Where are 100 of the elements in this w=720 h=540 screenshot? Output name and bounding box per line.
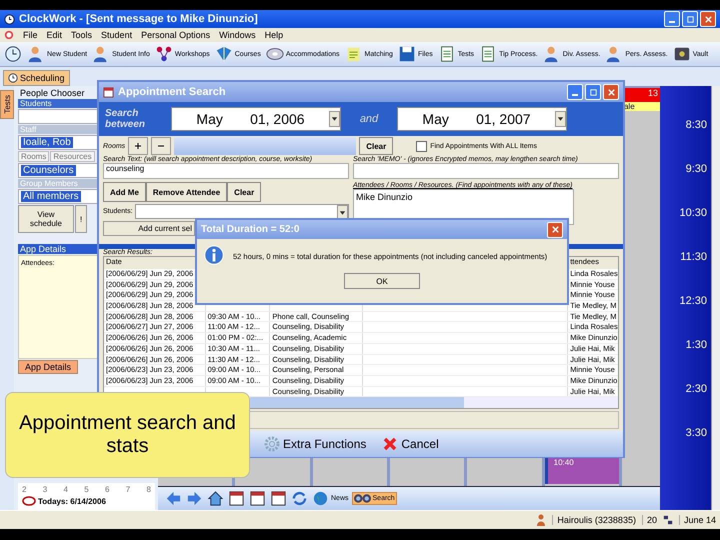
time-label: 10:30 bbox=[679, 207, 707, 221]
menu-item[interactable]: Windows bbox=[219, 30, 256, 40]
dialog-title: Appointment Search bbox=[118, 86, 227, 98]
disc-icon bbox=[266, 45, 284, 63]
app-icon bbox=[4, 30, 14, 40]
calendar-day[interactable]: 4 bbox=[64, 485, 68, 494]
info-icon bbox=[203, 245, 225, 267]
search-text-field[interactable]: counseling bbox=[103, 163, 349, 179]
today-label[interactable]: Todays: 6/14/2006 bbox=[38, 496, 106, 506]
scrollbar[interactable] bbox=[250, 397, 618, 408]
calendar-day[interactable]: 5 bbox=[84, 485, 89, 494]
attendee-button[interactable]: Add Me bbox=[103, 182, 146, 202]
memo-field[interactable] bbox=[353, 163, 619, 179]
calendar-day[interactable]: 6 bbox=[105, 485, 110, 494]
side-tab[interactable]: Tests bbox=[0, 90, 14, 119]
time-label: 8:30 bbox=[686, 119, 707, 133]
checkbox[interactable] bbox=[416, 140, 428, 152]
close-button[interactable] bbox=[700, 11, 716, 27]
minimize-button[interactable] bbox=[567, 84, 583, 100]
menu-item[interactable]: Personal Options bbox=[141, 30, 210, 40]
chooser-tab[interactable]: Rooms bbox=[18, 151, 50, 162]
forward-icon bbox=[186, 490, 203, 507]
restore-icon bbox=[588, 88, 598, 96]
calendar-day[interactable]: 8 bbox=[146, 485, 151, 494]
time-label: 9:30 bbox=[686, 163, 707, 177]
person-icon bbox=[536, 514, 546, 526]
calendar-icon bbox=[249, 490, 266, 507]
chooser-button[interactable]: View schedule bbox=[18, 205, 74, 233]
minimize-button[interactable] bbox=[664, 11, 680, 27]
details-tab[interactable]: App Details bbox=[18, 360, 78, 374]
menu-item[interactable]: File bbox=[23, 30, 38, 40]
group-item[interactable]: Counselors bbox=[21, 165, 76, 176]
floppy-icon bbox=[398, 45, 416, 63]
time-label: 12:30 bbox=[679, 295, 707, 309]
network-icon bbox=[662, 514, 673, 526]
restore-icon bbox=[686, 14, 694, 24]
staff-item[interactable]: Ioalle, Rob bbox=[21, 137, 73, 148]
close-icon bbox=[382, 436, 398, 452]
minimize-icon bbox=[572, 94, 578, 96]
close-button[interactable] bbox=[547, 222, 563, 238]
students-dropdown[interactable] bbox=[134, 204, 349, 219]
menu-item[interactable]: Tools bbox=[71, 30, 92, 40]
nav-button[interactable] bbox=[206, 489, 225, 508]
calendar-icon bbox=[270, 490, 287, 507]
add-button[interactable] bbox=[128, 137, 148, 155]
dropdown-icon bbox=[555, 111, 566, 127]
nav-button[interactable] bbox=[269, 489, 288, 508]
close-icon bbox=[550, 225, 560, 234]
time-label: 1:30 bbox=[686, 339, 707, 353]
extra-functions-button[interactable]: Extra Functions bbox=[264, 436, 366, 452]
date-status: June 14 bbox=[678, 515, 716, 525]
binoculars-icon bbox=[354, 494, 371, 503]
appointment-block[interactable]: 10:40 bbox=[544, 456, 619, 484]
circle-icon bbox=[22, 496, 36, 506]
attendee-button[interactable]: Clear bbox=[227, 182, 262, 202]
panel-title: People Chooser bbox=[19, 88, 86, 98]
clock-icon bbox=[4, 14, 15, 24]
close-button[interactable] bbox=[603, 84, 619, 100]
date-field[interactable]: May 01, 2007 bbox=[397, 107, 567, 131]
minimize-icon bbox=[669, 21, 675, 23]
close-icon bbox=[704, 14, 712, 24]
calendar-day[interactable]: 2 bbox=[22, 485, 26, 494]
calendar-day[interactable]: 3 bbox=[42, 485, 48, 494]
time-label: 2:30 bbox=[686, 383, 707, 397]
calendar-day[interactable]: 7 bbox=[126, 485, 130, 494]
network-icon bbox=[154, 45, 173, 63]
gear-icon bbox=[264, 436, 280, 452]
calendar-icon bbox=[228, 490, 245, 507]
rooms-field[interactable] bbox=[174, 137, 356, 155]
menu-item[interactable]: Help bbox=[264, 30, 284, 40]
clock-button[interactable] bbox=[4, 45, 22, 63]
menu-item[interactable]: Student bbox=[101, 30, 132, 40]
count-status: 20 bbox=[642, 515, 657, 525]
home-icon bbox=[207, 490, 224, 507]
back-icon bbox=[165, 490, 182, 507]
window-title: ClockWork - [Sent message to Mike Dinunzio] bbox=[19, 13, 259, 25]
attendee-item[interactable]: Mike Dinunzio bbox=[356, 192, 413, 202]
callout-text: Appointment search and stats bbox=[18, 412, 237, 458]
close-icon bbox=[606, 88, 616, 96]
dropdown-icon bbox=[329, 111, 340, 127]
nav-button[interactable] bbox=[248, 489, 267, 508]
chooser-button[interactable]: ! bbox=[75, 205, 88, 233]
cancel-button[interactable]: Cancel bbox=[382, 436, 439, 452]
scheduling-tab[interactable]: Scheduling bbox=[3, 70, 70, 86]
chooser-tab[interactable]: Resources bbox=[50, 151, 95, 162]
menu-item[interactable]: Edit bbox=[46, 30, 62, 40]
member-item[interactable]: All members bbox=[21, 191, 81, 202]
date-field[interactable]: May 01, 2006 bbox=[171, 107, 341, 131]
attendee-button[interactable]: Remove Attendee bbox=[146, 182, 228, 202]
maximize-button[interactable] bbox=[682, 11, 698, 27]
maximize-button[interactable] bbox=[585, 84, 601, 100]
clock-icon bbox=[4, 45, 22, 63]
add-current-button[interactable]: Add current sel bbox=[103, 221, 195, 236]
refresh-icon bbox=[291, 490, 308, 507]
nav-button[interactable] bbox=[227, 489, 246, 508]
ok-button[interactable]: OK bbox=[344, 273, 420, 289]
clear-button[interactable]: Clear bbox=[359, 137, 394, 155]
plus-icon bbox=[134, 142, 142, 150]
scrollbar[interactable] bbox=[711, 86, 720, 510]
calendar-icon bbox=[103, 86, 114, 98]
